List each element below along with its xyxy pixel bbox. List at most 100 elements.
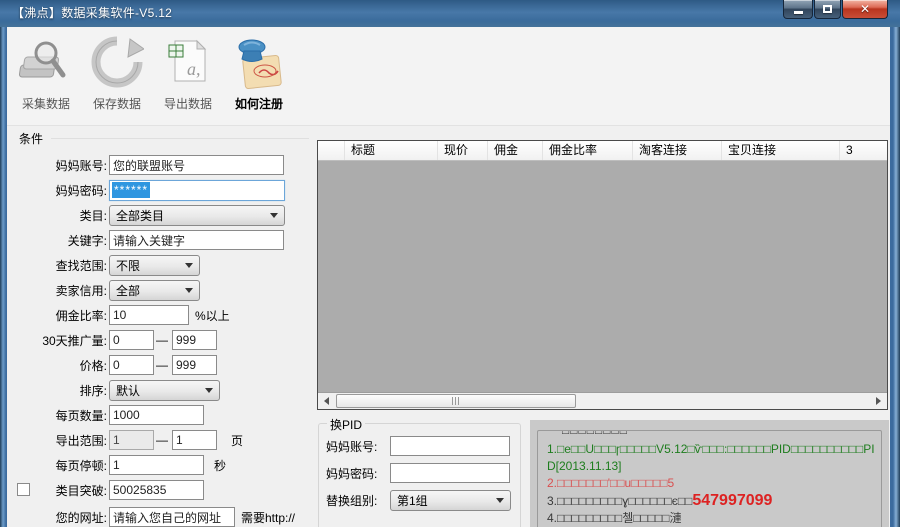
register-stamp-icon [238, 39, 282, 90]
window-controls: ✕ [782, 0, 888, 19]
category-label: 类目: [79, 208, 107, 223]
table-header-commission-rate[interactable]: 佣金比率 [543, 141, 633, 160]
qq-number: 547997099 [692, 492, 773, 509]
promo-30d-label: 30天推广量: [42, 333, 107, 348]
register-help-button[interactable]: 如何注册 [226, 35, 292, 112]
export-range-suffix: 页 [231, 433, 244, 448]
table-header-blank[interactable] [318, 141, 345, 160]
seller-credit-row: 卖家信用: 全部 [7, 279, 317, 301]
pid-group-select[interactable]: 第1组 [390, 489, 511, 511]
window-title: 【沸点】数据采集软件-V5.12 [12, 6, 173, 20]
chevron-down-icon [185, 262, 193, 268]
range-dash: — [156, 333, 168, 347]
chevron-down-icon [185, 287, 193, 293]
your-url-input[interactable] [109, 507, 235, 527]
client-area: 采集数据 保存数据 a, 导出数据 如何注册 条件 妈妈账号: 您的联盟账号 妈… [7, 27, 890, 527]
category-break-row: 类目突破: [7, 480, 317, 500]
table-header-item-link[interactable]: 宝贝连接 [722, 141, 840, 160]
minimize-button[interactable] [783, 0, 813, 19]
pid-group-label: 替换组别: [326, 493, 378, 508]
promo-30d-to-input[interactable] [172, 330, 217, 350]
sort-row: 排序: 默认 [7, 379, 317, 401]
chevron-down-icon [205, 387, 213, 393]
mama-password-row: 妈妈密码: ****** [7, 179, 317, 201]
table-header-current-price[interactable]: 现价 [438, 141, 488, 160]
price-from-input[interactable] [109, 355, 154, 375]
collect-data-icon [19, 41, 66, 78]
toolbar-item-label: 导出数据 [163, 97, 212, 111]
pid-password-input[interactable] [390, 463, 510, 483]
sort-select[interactable]: 默认 [109, 379, 220, 401]
category-select[interactable]: 全部类目 [109, 204, 285, 226]
maximize-button[interactable] [814, 0, 841, 19]
chevron-down-icon [270, 212, 278, 218]
export-data-button[interactable]: a, 导出数据 [155, 35, 221, 112]
page-pause-row: 每页停顿: 秒 [7, 455, 317, 475]
scroll-right-icon [876, 397, 881, 405]
table-header-title[interactable]: 标题 [345, 141, 438, 160]
commission-rate-input[interactable] [109, 305, 189, 325]
per-page-label: 每页数量: [55, 408, 107, 423]
toolbar: 采集数据 保存数据 a, 导出数据 如何注册 [7, 27, 890, 126]
export-range-to-input[interactable] [172, 430, 217, 450]
toolbar-item-label: 保存数据 [92, 97, 141, 111]
price-to-input[interactable] [172, 355, 217, 375]
export-range-label: 导出范围: [55, 433, 107, 448]
pid-account-row: 妈妈账号: [326, 436, 520, 456]
info-panel: □□□□□□□□ 1.□e□□U□□□ɼ□□□□□V5.12□ѷ□□□:□□□□… [530, 420, 889, 527]
export-range-from-input[interactable] [109, 430, 154, 450]
mama-account-row: 妈妈账号: [7, 155, 317, 175]
close-button[interactable]: ✕ [842, 0, 888, 19]
save-data-icon [91, 36, 144, 88]
mama-password-input[interactable]: ****** [109, 179, 285, 201]
maximize-icon [823, 5, 832, 13]
scrollbar-grip-icon [451, 397, 461, 405]
export-range-row: 导出范围: — 页 [7, 430, 317, 450]
collect-data-button[interactable]: 采集数据 [13, 35, 79, 112]
minimize-icon [793, 10, 803, 14]
table-header-taoke-link[interactable]: 淘客连接 [633, 141, 722, 160]
save-data-button[interactable]: 保存数据 [84, 35, 150, 112]
scrollbar-thumb[interactable] [336, 394, 576, 408]
chevron-down-icon [496, 497, 504, 503]
info-line-3: 3.□□□□□□□□□ɣ□□□□□□є□□547997099 [547, 492, 773, 509]
toolbar-item-label: 如何注册 [234, 97, 283, 111]
category-break-input[interactable] [109, 480, 204, 500]
search-scope-row: 查找范围: 不限 [7, 254, 317, 276]
table-header-row: 标题 现价 佣金 佣金比率 淘客连接 宝贝连接 3 [318, 141, 887, 161]
search-scope-label: 查找范围: [55, 258, 107, 273]
page-pause-input[interactable] [109, 455, 204, 475]
pid-password-row: 妈妈密码: [326, 463, 520, 483]
pid-account-input[interactable] [390, 436, 510, 456]
per-page-input[interactable] [109, 405, 204, 425]
commission-rate-row: 佣金比率: %以上 [7, 305, 317, 325]
seller-credit-select[interactable]: 全部 [109, 279, 200, 301]
titlebar[interactable]: 【沸点】数据采集软件-V5.12 ✕ [0, 0, 900, 27]
table-header-commission[interactable]: 佣金 [488, 141, 543, 160]
scroll-left-button[interactable] [318, 393, 335, 409]
close-icon: ✕ [859, 2, 871, 16]
commission-rate-label: 佣金比率: [55, 308, 107, 323]
pid-password-label: 妈妈密码: [326, 466, 378, 481]
table-header-partial[interactable]: 3 [840, 141, 889, 160]
your-url-suffix: 需要http:// [241, 510, 296, 525]
mama-account-input[interactable] [109, 155, 284, 175]
price-label: 价格: [79, 358, 107, 373]
export-data-icon: a, [168, 39, 207, 82]
svg-text:a,: a, [187, 59, 201, 79]
horizontal-scrollbar[interactable] [318, 392, 887, 409]
sort-label: 排序: [79, 383, 107, 398]
per-page-row: 每页数量: [7, 405, 317, 425]
category-break-checkbox[interactable] [17, 483, 30, 496]
category-row: 类目: 全部类目 [7, 204, 317, 226]
mama-account-label: 妈妈账号: [55, 158, 107, 173]
scroll-right-button[interactable] [870, 393, 887, 409]
pid-panel-title: 换PID [327, 416, 366, 433]
keyword-label: 关键字: [67, 233, 107, 248]
search-scope-select[interactable]: 不限 [109, 254, 200, 276]
your-url-row: 您的网址: 需要http:// [7, 507, 317, 527]
promo-30d-from-input[interactable] [109, 330, 154, 350]
table-body-empty [318, 161, 887, 392]
change-pid-panel: 换PID 妈妈账号: 妈妈密码: 替换组别: 第1组 [318, 416, 521, 527]
keyword-input[interactable] [109, 230, 284, 250]
